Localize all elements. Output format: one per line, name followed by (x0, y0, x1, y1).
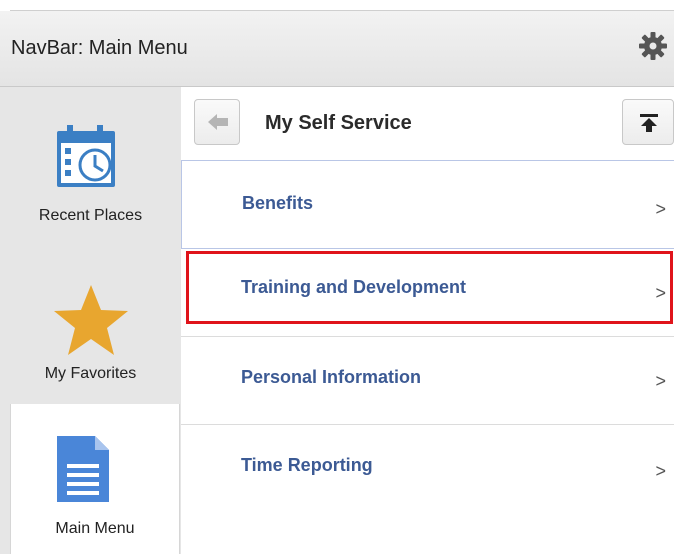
calendar-clock-icon (57, 125, 115, 187)
sidebar-item-label: Main Menu (55, 520, 135, 537)
sidebar-item-recent-places[interactable]: Recent Places (0, 87, 181, 257)
menu-item-time-reporting[interactable]: Time Reporting > (181, 425, 674, 513)
scroll-to-top-button[interactable] (622, 99, 674, 145)
chevron-right-icon: > (655, 461, 666, 481)
menu-item-personal-information[interactable]: Personal Information > (181, 337, 674, 425)
sidebar-item-main-menu[interactable]: Main Menu (10, 404, 180, 554)
chevron-right-icon: > (655, 283, 666, 303)
chevron-right-icon: > (655, 199, 666, 219)
menu-panel: My Self Service Benefits > Training and … (181, 87, 674, 554)
sidebar-item-my-favorites[interactable]: My Favorites (0, 257, 181, 402)
sidebar-item-label: Recent Places (38, 207, 143, 224)
panel-header: My Self Service (181, 87, 674, 161)
navbar-sidebar: Recent Places My Favorites Main Menu (0, 87, 181, 554)
document-icon (57, 436, 109, 502)
chevron-right-icon: > (655, 371, 666, 391)
top-spacer (0, 0, 674, 10)
navbar-title: NavBar: Main Menu (11, 37, 188, 59)
sidebar-item-label: My Favorites (44, 365, 137, 382)
menu-item-training-and-development[interactable]: Training and Development > (181, 249, 674, 337)
menu-item-label: Time Reporting (241, 455, 373, 475)
back-button[interactable] (194, 99, 240, 145)
menu-item-label: Training and Development (241, 277, 467, 297)
navbar-window: NavBar: Main Menu Recent Places My Favor… (0, 0, 674, 554)
star-icon (54, 285, 128, 355)
menu-item-label: Benefits (242, 193, 314, 213)
arrow-left-icon (208, 114, 228, 130)
gear-icon[interactable] (638, 31, 668, 61)
panel-title: My Self Service (265, 112, 412, 134)
navbar-header: NavBar: Main Menu (0, 11, 674, 87)
menu-item-benefits[interactable]: Benefits > (181, 161, 674, 249)
menu-item-label: Personal Information (241, 367, 422, 387)
arrow-to-top-icon (640, 114, 658, 132)
